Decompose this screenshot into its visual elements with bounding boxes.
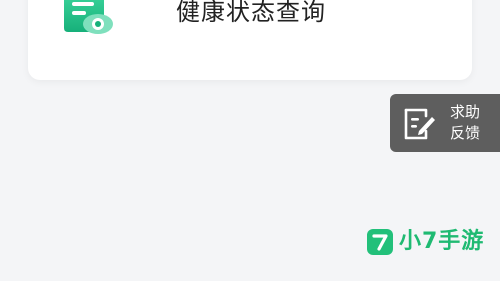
watermark-text: 小7手游 xyxy=(399,229,485,254)
xiao7-logo-icon xyxy=(367,229,393,255)
feedback-label-line1: 求助 xyxy=(450,103,481,121)
feedback-label: 求助 反馈 xyxy=(450,102,490,144)
xiao7-watermark-logo: 小7手游 xyxy=(367,229,487,257)
feedback-label-line2: 反馈 xyxy=(450,124,481,142)
health-status-query-card[interactable]: 健康状态查询 xyxy=(28,0,472,80)
help-feedback-button[interactable]: 求助 反馈 xyxy=(390,94,500,152)
edit-note-icon xyxy=(402,107,436,141)
page: 健康状态查询 求助 反馈 小7手游 xyxy=(0,0,500,281)
card-title: 健康状态查询 xyxy=(176,0,326,26)
health-document-eye-icon xyxy=(64,0,114,36)
